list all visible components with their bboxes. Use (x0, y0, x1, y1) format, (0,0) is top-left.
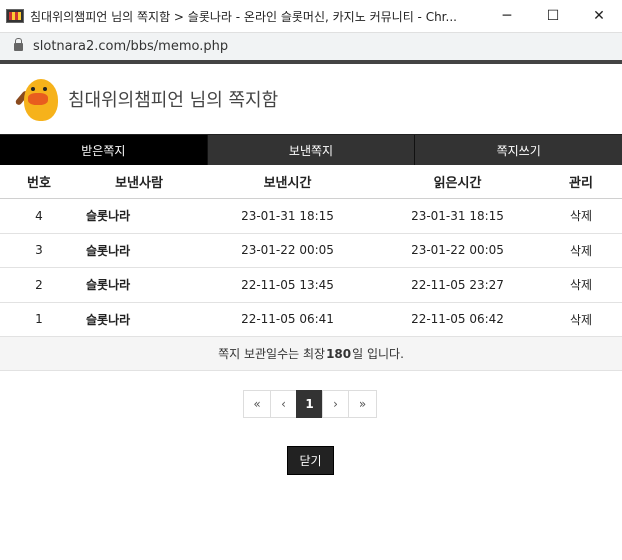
pagination: « ‹ 1 › » (243, 390, 377, 418)
mascot-avatar-icon (14, 71, 64, 127)
delete-link[interactable]: 삭제 (540, 207, 622, 224)
close-window-button[interactable]: ✕ (576, 0, 622, 32)
row-number: 1 (35, 312, 43, 327)
window-title: 침대위의챔피언 님의 쪽지함 > 슬롯나라 - 온라인 슬롯머신, 카지노 커뮤… (30, 9, 457, 24)
delete-link[interactable]: 삭제 (540, 276, 622, 293)
retention-notice: 쪽지 보관일수는 최장 180 일 입니다. (0, 337, 622, 371)
table-row[interactable]: 4 슬롯나라 23-01-31 18:15 23-01-31 18:15 삭제 (0, 199, 622, 234)
col-read-time: 읽은시간 (433, 175, 482, 191)
memo-table: 번호 보낸사람 보낸시간 읽은시간 관리 4 슬롯나라 23-01-31 18:… (0, 164, 622, 371)
table-header: 번호 보낸사람 보낸시간 읽은시간 관리 (0, 164, 622, 199)
table-row[interactable]: 2 슬롯나라 22-11-05 13:45 22-11-05 23:27 삭제 (0, 268, 622, 303)
tab-sent[interactable]: 보낸쪽지 (207, 135, 416, 165)
sender-link[interactable]: 슬롯나라 (78, 311, 200, 328)
delete-link[interactable]: 삭제 (540, 311, 622, 328)
sender-link[interactable]: 슬롯나라 (78, 276, 200, 293)
col-sent-time: 보낸시간 (263, 175, 312, 191)
last-page-button[interactable]: » (348, 390, 377, 418)
read-time: 23-01-31 18:15 (411, 208, 504, 223)
sent-time: 22-11-05 06:41 (241, 312, 334, 327)
notice-days: 180 (326, 346, 352, 361)
table-row[interactable]: 1 슬롯나라 22-11-05 06:41 22-11-05 06:42 삭제 (0, 303, 622, 337)
sender-link[interactable]: 슬롯나라 (78, 207, 200, 224)
memo-header: 침대위의챔피언 님의 쪽지함 (0, 64, 622, 134)
maximize-button[interactable]: ☐ (530, 0, 576, 32)
page-title: 침대위의챔피언 님의 쪽지함 (68, 90, 279, 111)
window-title-bar: 침대위의챔피언 님의 쪽지함 > 슬롯나라 - 온라인 슬롯머신, 카지노 커뮤… (0, 0, 622, 32)
memo-tabs: 받은쪽지 보낸쪽지 쪽지쓰기 (0, 134, 622, 165)
notice-suffix: 일 입니다. (352, 347, 404, 361)
lock-icon[interactable] (14, 37, 23, 51)
prev-page-button[interactable]: ‹ (270, 390, 297, 418)
tab-received[interactable]: 받은쪽지 (0, 135, 208, 165)
table-row[interactable]: 3 슬롯나라 23-01-22 00:05 23-01-22 00:05 삭제 (0, 234, 622, 268)
window-controls: ─ ☐ ✕ (484, 0, 622, 32)
col-manage: 관리 (569, 175, 593, 191)
row-number: 2 (35, 277, 43, 292)
next-page-button[interactable]: › (322, 390, 349, 418)
app-favicon-icon (6, 9, 24, 23)
read-time: 22-11-05 23:27 (411, 277, 504, 292)
address-bar[interactable]: slotnara2.com/bbs/memo.php (0, 32, 622, 60)
notice-prefix: 쪽지 보관일수는 최장 (218, 347, 326, 361)
delete-link[interactable]: 삭제 (540, 242, 622, 259)
tab-write[interactable]: 쪽지쓰기 (415, 135, 622, 165)
first-page-button[interactable]: « (243, 390, 271, 418)
read-time: 23-01-22 00:05 (411, 243, 504, 258)
sender-link[interactable]: 슬롯나라 (78, 242, 200, 259)
url-text[interactable]: slotnara2.com/bbs/memo.php (33, 39, 228, 54)
minimize-button[interactable]: ─ (484, 0, 530, 32)
sent-time: 23-01-31 18:15 (241, 208, 334, 223)
current-page[interactable]: 1 (296, 390, 323, 418)
row-number: 4 (35, 208, 43, 223)
row-number: 3 (35, 243, 43, 258)
col-number: 번호 (27, 175, 51, 191)
col-sender: 보낸사람 (115, 175, 163, 191)
close-button[interactable]: 닫기 (287, 446, 334, 475)
sent-time: 23-01-22 00:05 (241, 243, 334, 258)
read-time: 22-11-05 06:42 (411, 312, 504, 327)
sent-time: 22-11-05 13:45 (241, 277, 334, 292)
